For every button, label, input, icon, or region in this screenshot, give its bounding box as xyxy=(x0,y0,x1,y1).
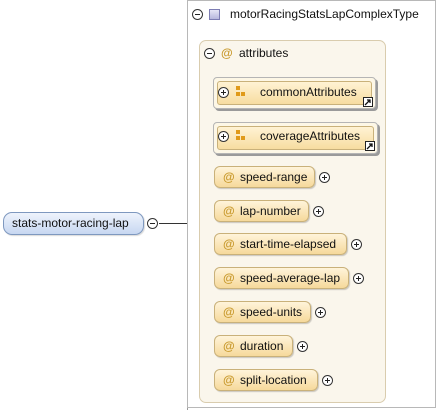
complex-type-collapse-toggle[interactable] xyxy=(192,9,203,20)
attribute-expand-toggle[interactable] xyxy=(319,172,330,183)
element-label: stats-motor-racing-lap xyxy=(12,216,129,230)
attribute-expand-toggle[interactable] xyxy=(313,206,324,217)
attribute-expand-toggle[interactable] xyxy=(353,273,364,284)
attribute-speed-units[interactable]: @ speed-units xyxy=(214,301,311,323)
attribute-expand-toggle[interactable] xyxy=(351,239,362,250)
attribute-label: split-location xyxy=(240,373,307,387)
attribute-expand-toggle[interactable] xyxy=(297,341,308,352)
common-attributes-expand-toggle[interactable] xyxy=(218,87,229,98)
attribute-symbol: @ xyxy=(223,204,235,218)
attribute-expand-toggle[interactable] xyxy=(322,375,333,386)
attribute-speed-range[interactable]: @ speed-range xyxy=(214,166,315,188)
attribute-label: speed-range xyxy=(240,170,308,184)
attribute-expand-toggle[interactable] xyxy=(315,307,326,318)
element-collapse-toggle[interactable] xyxy=(147,218,158,229)
attribute-group-label: coverageAttributes xyxy=(260,129,361,143)
attribute-symbol: @ xyxy=(223,305,235,319)
external-link-arrow-icon[interactable] xyxy=(365,141,375,151)
attribute-label: speed-units xyxy=(240,305,303,319)
complex-type-icon xyxy=(209,9,220,20)
attribute-group-icon xyxy=(236,86,247,98)
attribute-symbol: @ xyxy=(223,373,235,387)
attribute-start-time-elapsed[interactable]: @ start-time-elapsed xyxy=(214,233,347,255)
attributes-collapse-toggle[interactable] xyxy=(204,48,215,59)
attribute-speed-average-lap[interactable]: @ speed-average-lap xyxy=(214,267,349,289)
complex-type-title: motorRacingStatsLapComplexType xyxy=(230,7,419,21)
attributes-title: attributes xyxy=(239,46,289,60)
attribute-symbol: @ xyxy=(223,237,235,251)
connector-line xyxy=(159,223,187,224)
attributes-symbol: @ xyxy=(221,46,233,60)
external-link-arrow-icon[interactable] xyxy=(363,97,373,107)
attribute-label: duration xyxy=(240,339,284,353)
attribute-symbol: @ xyxy=(223,271,235,285)
coverage-attributes-expand-toggle[interactable] xyxy=(218,131,229,142)
attribute-duration[interactable]: @ duration xyxy=(214,335,293,357)
attribute-label: start-time-elapsed xyxy=(240,237,337,251)
attribute-symbol: @ xyxy=(223,170,235,184)
attribute-label: speed-average-lap xyxy=(240,271,341,285)
attribute-lap-number[interactable]: @ lap-number xyxy=(214,200,309,222)
attribute-split-location[interactable]: @ split-location xyxy=(214,369,318,391)
attribute-group-icon xyxy=(236,130,247,142)
attribute-symbol: @ xyxy=(223,339,235,353)
attribute-label: lap-number xyxy=(240,204,301,218)
attribute-group-label: commonAttributes xyxy=(260,85,357,99)
element-stats-motor-racing-lap[interactable]: stats-motor-racing-lap xyxy=(3,212,144,235)
